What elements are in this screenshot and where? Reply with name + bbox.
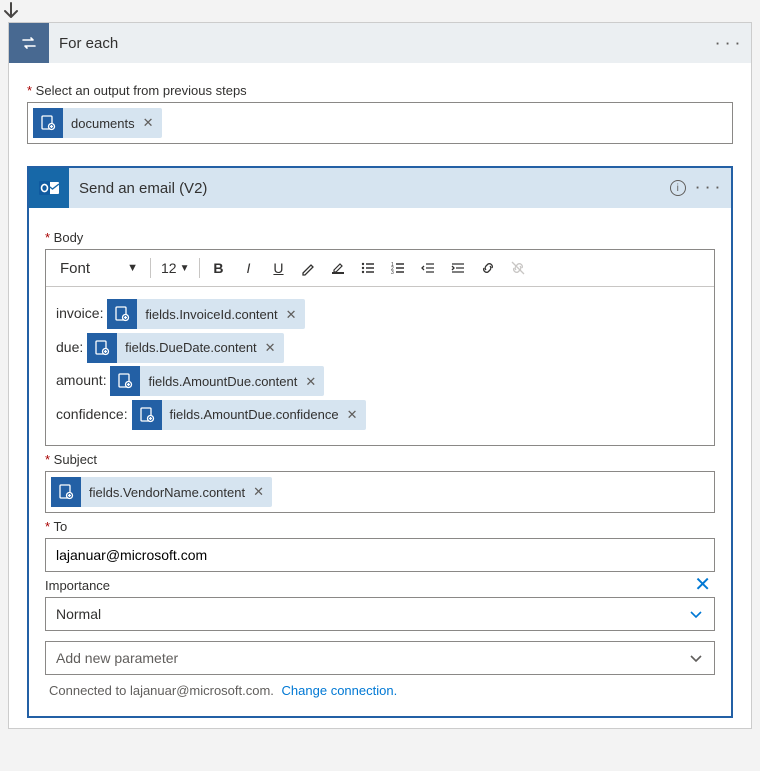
subject-label: Subject <box>45 452 715 467</box>
foreach-body: Select an output from previous steps doc… <box>9 63 751 728</box>
foreach-output-input[interactable]: documents ✕ <box>27 102 733 144</box>
foreach-card: For each · · · Select an output from pre… <box>8 22 752 729</box>
font-size-label: 12 <box>161 260 177 276</box>
highlight-button[interactable] <box>326 256 350 280</box>
token-label: fields.DueDate.content <box>117 332 263 363</box>
chevron-down-icon <box>688 606 704 622</box>
dynamic-content-icon <box>87 333 117 363</box>
dynamic-content-icon <box>110 366 140 396</box>
connector-arrow-icon <box>0 0 760 22</box>
dynamic-content-icon <box>107 299 137 329</box>
body-toolbar: Font ▼ 12 ▼ B I U <box>46 250 714 286</box>
token-label: documents <box>63 116 141 131</box>
body-editor: Font ▼ 12 ▼ B I U <box>45 249 715 446</box>
change-connection-link[interactable]: Change connection. <box>282 683 398 698</box>
sendemail-menu-button[interactable]: · · · <box>696 180 721 196</box>
token-label: fields.InvoiceId.content <box>137 299 283 330</box>
token-amountdue[interactable]: fields.AmountDue.content ✕ <box>110 366 324 396</box>
sendemail-card: Send an email (V2) i · · · Body Font ▼ <box>27 166 733 718</box>
font-size-select[interactable]: 12 ▼ <box>157 256 193 280</box>
token-documents[interactable]: documents ✕ <box>33 108 162 138</box>
outdent-button[interactable] <box>416 256 440 280</box>
loop-icon <box>9 23 49 63</box>
toolbar-divider <box>199 258 200 278</box>
svg-text:3: 3 <box>391 270 394 276</box>
font-color-button[interactable] <box>296 256 320 280</box>
unlink-button[interactable] <box>506 256 530 280</box>
dynamic-content-icon <box>132 400 162 430</box>
chevron-down-icon: ▼ <box>180 263 190 274</box>
token-label: fields.AmountDue.content <box>140 366 303 397</box>
token-remove-icon[interactable]: ✕ <box>251 484 272 500</box>
add-parameter-placeholder: Add new parameter <box>56 650 178 666</box>
link-button[interactable] <box>476 256 500 280</box>
importance-select[interactable]: Normal <box>45 597 715 631</box>
foreach-title: For each <box>49 35 706 52</box>
token-duedate[interactable]: fields.DueDate.content ✕ <box>87 333 283 363</box>
token-remove-icon[interactable]: ✕ <box>141 115 162 131</box>
token-remove-icon[interactable]: ✕ <box>345 399 366 430</box>
info-icon[interactable]: i <box>670 180 686 196</box>
token-label: fields.AmountDue.confidence <box>162 399 345 430</box>
token-remove-icon[interactable]: ✕ <box>303 366 324 397</box>
token-vendorname[interactable]: fields.VendorName.content ✕ <box>51 477 272 507</box>
remove-importance-button[interactable]: ✕ <box>690 572 715 597</box>
token-invoiceid[interactable]: fields.InvoiceId.content ✕ <box>107 299 304 329</box>
to-input[interactable] <box>45 538 715 572</box>
sendemail-body: Body Font ▼ 12 ▼ <box>29 208 731 716</box>
token-remove-icon[interactable]: ✕ <box>284 299 305 330</box>
to-label: To <box>45 519 715 534</box>
importance-value: Normal <box>56 606 101 622</box>
foreach-output-label: Select an output from previous steps <box>27 83 733 98</box>
body-line-prefix: due: <box>56 339 87 355</box>
body-label: Body <box>45 230 715 245</box>
body-content[interactable]: invoice: fields.InvoiceId.content ✕ due: <box>46 286 714 445</box>
sendemail-title: Send an email (V2) <box>69 180 660 197</box>
dynamic-content-icon <box>51 477 81 507</box>
font-family-select[interactable]: Font ▼ <box>54 256 144 280</box>
italic-button[interactable]: I <box>236 256 260 280</box>
bullet-list-button[interactable] <box>356 256 380 280</box>
connection-status: Connected to lajanuar@microsoft.com. Cha… <box>45 675 715 700</box>
numbered-list-button[interactable]: 123 <box>386 256 410 280</box>
body-line-prefix: confidence: <box>56 406 132 422</box>
token-remove-icon[interactable]: ✕ <box>263 332 284 363</box>
chevron-down-icon: ▼ <box>127 262 138 274</box>
connection-text: Connected to lajanuar@microsoft.com. <box>49 683 274 698</box>
foreach-header[interactable]: For each · · · <box>9 23 751 63</box>
token-label: fields.VendorName.content <box>81 485 251 500</box>
body-line-prefix: amount: <box>56 372 110 388</box>
outlook-icon <box>29 168 69 208</box>
bold-button[interactable]: B <box>206 256 230 280</box>
body-line-prefix: invoice: <box>56 305 107 321</box>
sendemail-header[interactable]: Send an email (V2) i · · · <box>29 168 731 208</box>
token-confidence[interactable]: fields.AmountDue.confidence ✕ <box>132 400 366 430</box>
add-parameter-select[interactable]: Add new parameter <box>45 641 715 675</box>
subject-input[interactable]: fields.VendorName.content ✕ <box>45 471 715 513</box>
chevron-down-icon <box>688 650 704 666</box>
importance-label: Importance <box>45 578 110 593</box>
dynamic-content-icon <box>33 108 63 138</box>
foreach-menu-button[interactable]: · · · <box>716 36 741 51</box>
indent-button[interactable] <box>446 256 470 280</box>
underline-button[interactable]: U <box>266 256 290 280</box>
toolbar-divider <box>150 258 151 278</box>
font-family-label: Font <box>60 260 90 277</box>
